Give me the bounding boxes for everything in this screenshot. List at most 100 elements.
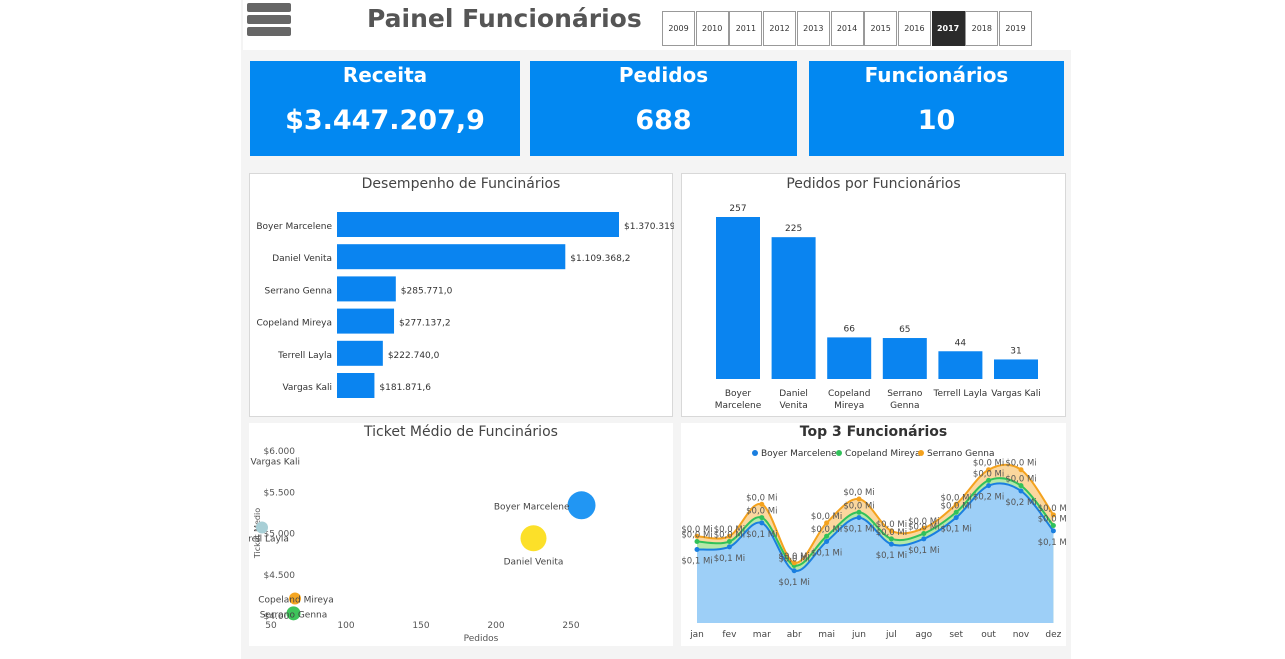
data-label: $0,0 Mi — [811, 525, 842, 535]
kpi-value: $3.447.207,9 — [285, 105, 485, 136]
legend-marker — [836, 450, 842, 456]
data-label: 44 — [955, 338, 967, 348]
x-tick-label: ago — [915, 630, 932, 640]
scatter-point — [256, 521, 268, 534]
data-label: $0,0 Mi — [811, 512, 842, 522]
category-label: Copeland Mireya — [257, 319, 332, 329]
bar — [827, 337, 872, 379]
y-tick-label: $5.500 — [264, 488, 296, 498]
data-label: $0,0 Mi — [908, 517, 939, 527]
legend-marker — [918, 450, 924, 456]
point-label: Terrell Layla — [249, 535, 289, 545]
category-label: Terrell Layla — [932, 389, 987, 399]
x-tick-label: 200 — [487, 621, 504, 631]
data-label: 65 — [899, 325, 910, 335]
legend-marker — [752, 450, 758, 456]
y-axis-label: Ticket Medio — [253, 508, 262, 559]
x-tick-label: nov — [1013, 630, 1030, 640]
bar — [771, 237, 816, 379]
data-label: $0,0 Mi — [746, 493, 777, 503]
data-label: $0,0 Mi — [714, 525, 745, 535]
series-point — [953, 515, 959, 521]
point-label: Vargas Kali — [251, 458, 301, 468]
year-button-2019[interactable]: 2019 — [999, 11, 1032, 46]
year-button-2009[interactable]: 2009 — [662, 11, 695, 46]
x-tick-label: abr — [787, 630, 802, 640]
data-label: $0,1 Mi — [843, 525, 874, 535]
x-tick-label: jul — [885, 630, 897, 640]
data-label: 66 — [843, 324, 855, 334]
chart-top3: Top 3 Funcionários Boyer Marcelene Copela… — [681, 423, 1066, 646]
series-point — [856, 515, 862, 521]
legend-label: Serrano Genna — [927, 449, 995, 459]
data-label: $0,0 Mi — [1038, 504, 1066, 514]
bar — [337, 340, 383, 366]
series-point — [824, 539, 830, 545]
year-button-2018[interactable]: 2018 — [965, 11, 999, 46]
year-button-2012[interactable]: 2012 — [763, 11, 797, 46]
kpi-value: 10 — [917, 105, 956, 136]
point-label: Serrano Genna — [260, 610, 328, 620]
chart-pedidos: Pedidos por Funcionários 257 Boyer Marcele… — [681, 173, 1066, 417]
hbar-svg: Boyer Marcelene $1.370.319,9 Daniel Venita… — [256, 212, 674, 398]
data-label: $0,1 Mi — [714, 554, 745, 564]
category-label: Daniel Venita — [272, 254, 332, 264]
year-button-2013[interactable]: 2013 — [796, 11, 830, 46]
category-label: Marcelene — [715, 401, 762, 411]
category-label: Serrano Genna — [264, 286, 332, 296]
category-label: Daniel — [779, 389, 808, 399]
data-label: $0,2 Mi — [973, 493, 1004, 503]
category-label: Vargas Kali — [991, 389, 1041, 399]
data-label: $0,1 Mi — [779, 578, 810, 588]
data-label: 257 — [729, 204, 746, 214]
x-tick-label: fev — [722, 630, 737, 640]
x-tick-label: 50 — [265, 621, 277, 631]
year-button-2015[interactable]: 2015 — [864, 11, 898, 46]
page-title: Painel Funcionários — [367, 4, 642, 33]
data-label: $0,1 Mi — [746, 530, 777, 540]
point-label: Copeland Mireya — [258, 596, 333, 606]
category-label: Copeland — [828, 389, 870, 399]
year-button-2011[interactable]: 2011 — [729, 11, 763, 46]
data-label: $0,0 Mi — [973, 469, 1004, 479]
x-tick-label: dez — [1045, 630, 1061, 640]
data-label: $181.871,6 — [379, 383, 431, 393]
year-button-2010[interactable]: 2010 — [695, 11, 729, 46]
category-label: Mireya — [834, 401, 864, 411]
y-tick-label: $4.500 — [264, 571, 296, 581]
bar — [994, 359, 1038, 379]
year-button-2016[interactable]: 2016 — [897, 11, 931, 46]
x-tick-label: jan — [689, 630, 704, 640]
scatter-point — [567, 491, 596, 520]
data-label: $0,1 Mi — [811, 549, 842, 559]
data-label: $0,1 Mi — [876, 551, 907, 561]
data-label: $0,2 Mi — [1005, 498, 1036, 508]
data-label: 31 — [1010, 346, 1021, 356]
x-tick-label: mai — [818, 630, 835, 640]
bar — [337, 244, 566, 270]
x-tick-label: 150 — [412, 621, 429, 631]
x-tick-label: set — [949, 630, 963, 640]
y-tick-label: $6.000 — [264, 447, 296, 457]
category-label: Terrell Layla — [277, 351, 332, 361]
bar — [337, 308, 395, 334]
data-label: $0,1 Mi — [941, 525, 972, 535]
x-tick-label: 100 — [337, 621, 354, 631]
year-button-2017[interactable]: 2017 — [931, 11, 965, 46]
x-tick-label: out — [981, 630, 996, 640]
bar — [337, 276, 396, 302]
data-label: $0,1 Mi — [1038, 538, 1066, 548]
series-point — [986, 483, 992, 489]
category-label: Boyer Marcelene — [256, 222, 332, 232]
area-svg: Boyer Marcelene Copeland Mireya Serrano Ge… — [681, 449, 1066, 640]
data-label: $0,1 Mi — [681, 557, 712, 567]
point-label: Boyer Marcelene — [494, 502, 570, 512]
year-button-2014[interactable]: 2014 — [830, 11, 864, 46]
category-label: Boyer — [725, 389, 752, 399]
data-label: $0,0 Mi — [1005, 475, 1036, 485]
data-label: 225 — [785, 224, 802, 234]
series-point — [1018, 488, 1024, 494]
bar — [337, 212, 619, 237]
data-label: $1.109.368,2 — [570, 254, 630, 264]
bar — [337, 373, 375, 398]
